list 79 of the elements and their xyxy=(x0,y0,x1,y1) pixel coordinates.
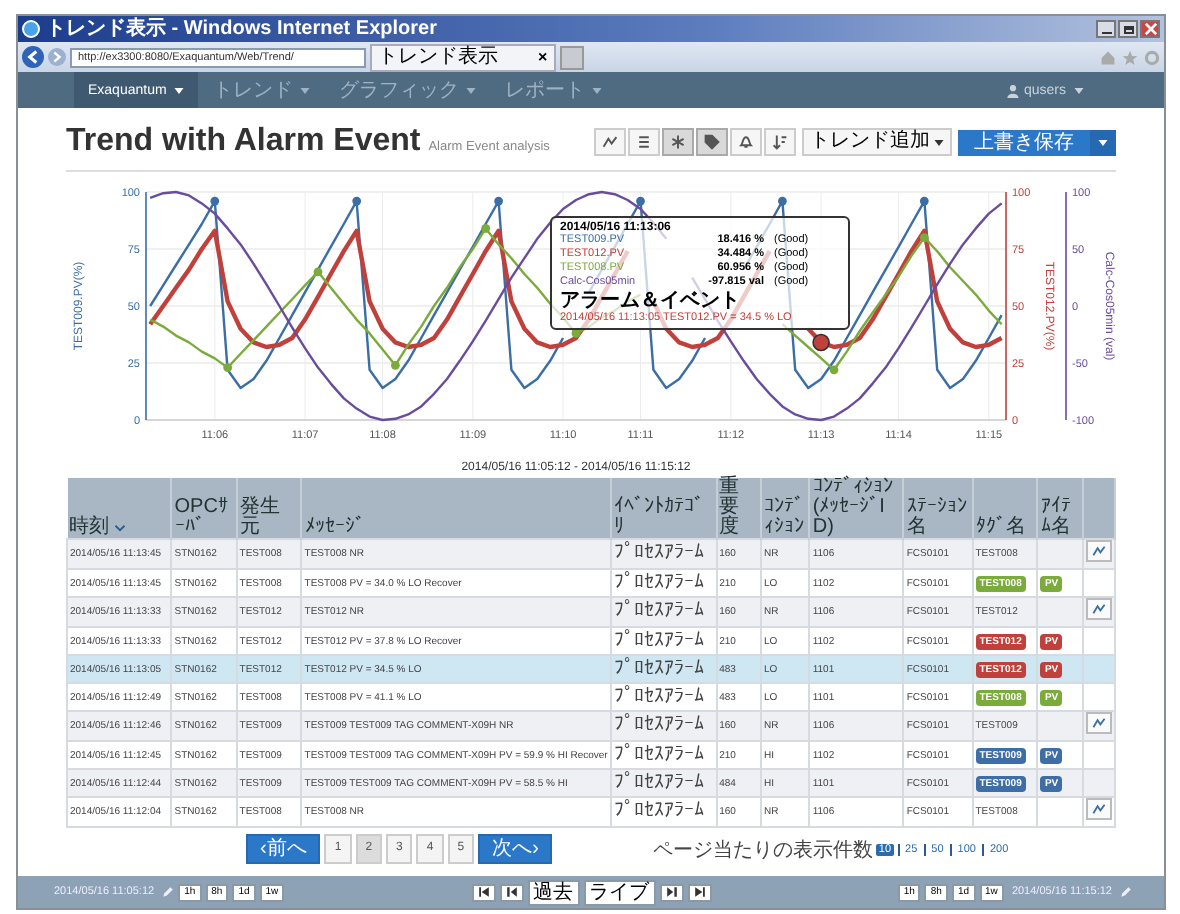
line-chart-icon xyxy=(602,134,618,150)
data-point xyxy=(223,363,233,372)
line-chart-icon xyxy=(1091,544,1106,558)
toolbar-button[interactable] xyxy=(764,128,796,156)
playback-button[interactable] xyxy=(687,883,711,901)
column-header[interactable]: 時刻 xyxy=(69,518,109,538)
table-cell: ﾌﾟﾛｾｽｱﾗｰﾑ xyxy=(610,539,717,569)
sort-icon xyxy=(772,134,788,150)
add-trend-button[interactable]: トレンド追加 xyxy=(802,128,952,156)
caret-icon xyxy=(1098,139,1108,145)
playback-button[interactable] xyxy=(659,883,683,901)
data-point xyxy=(210,196,220,206)
column-header[interactable]: ｺﾝﾃﾞｨｼｮﾝ(ﾒｯｾｰｼﾞID) xyxy=(812,478,901,538)
playback-button[interactable] xyxy=(471,883,495,901)
minimize-icon[interactable] xyxy=(1096,20,1116,38)
user-icon xyxy=(1005,83,1020,97)
data-point xyxy=(919,196,929,206)
toolbar-button[interactable] xyxy=(662,128,694,156)
tooltip-alarm-title: アラーム＆イベント xyxy=(560,290,742,312)
playback-button[interactable]: ライブ xyxy=(583,879,655,905)
line-chart-icon xyxy=(1091,802,1106,816)
data-point xyxy=(494,196,503,206)
table-cell: ﾌﾟﾛｾｽｱﾗｰﾑ xyxy=(610,797,717,827)
browser-tab[interactable]: トレンド表示 × xyxy=(370,43,556,71)
trend-chart-button[interactable] xyxy=(1085,598,1112,620)
tab-close-button[interactable]: × xyxy=(538,48,548,66)
next-page-button[interactable]: 次へ› xyxy=(478,834,553,864)
page-size-label: ページ当たりの表示件数 xyxy=(652,837,873,863)
line-chart-icon xyxy=(1091,716,1106,730)
table-cell: ﾌﾟﾛｾｽｱﾗｰﾑ xyxy=(610,655,717,683)
trend-chart-button[interactable] xyxy=(1085,798,1112,820)
table-cell: ﾌﾟﾛｾｽｱﾗｰﾑ xyxy=(610,769,717,797)
trend-chart-button[interactable] xyxy=(1085,540,1112,562)
data-point xyxy=(829,365,839,375)
alarm-event-marker xyxy=(812,333,830,352)
caret-icon xyxy=(300,87,311,93)
step-forward-icon xyxy=(665,886,677,898)
close-icon[interactable] xyxy=(1140,20,1160,38)
toolbar-button[interactable] xyxy=(696,128,728,156)
column-header[interactable]: 重要度 xyxy=(719,478,759,538)
previous-page-button[interactable]: ‹前へ xyxy=(246,834,321,864)
save-button[interactable]: 上書き保存 xyxy=(958,129,1090,155)
window-title: トレンド表示 - Windows Internet Explorer xyxy=(46,17,437,41)
back-icon[interactable] xyxy=(22,46,44,68)
caret-icon xyxy=(934,139,944,145)
asterisk-icon xyxy=(670,134,686,150)
sort-caret-icon[interactable] xyxy=(113,524,125,532)
data-point xyxy=(391,360,400,370)
data-point xyxy=(481,224,491,233)
table-cell: ﾌﾟﾛｾｽｱﾗｰﾑ xyxy=(610,597,717,627)
toolbar-button[interactable] xyxy=(730,128,762,156)
skip-last-icon xyxy=(693,886,705,898)
toolbar-button[interactable] xyxy=(628,128,660,156)
bell-icon xyxy=(738,134,754,150)
caret-icon xyxy=(174,87,185,93)
caret-icon xyxy=(1074,87,1084,93)
caret-icon xyxy=(466,87,477,93)
data-point xyxy=(636,196,645,206)
maximize-icon[interactable] xyxy=(1118,20,1138,38)
column-header[interactable]: ﾒｯｾｰｼﾞ xyxy=(304,518,365,538)
playback-button[interactable]: 過去 xyxy=(527,879,579,905)
caret-icon xyxy=(592,87,603,93)
page-title: Trend with Alarm Event xyxy=(66,124,421,160)
data-point xyxy=(352,196,362,206)
step-back-icon xyxy=(505,886,517,898)
skip-first-icon xyxy=(477,886,489,898)
line-chart-icon xyxy=(1091,602,1106,616)
tag-icon xyxy=(704,134,720,150)
list-icon xyxy=(636,134,652,150)
trend-chart-button[interactable] xyxy=(1085,712,1112,734)
table-cell: ﾌﾟﾛｾｽｱﾗｰﾑ xyxy=(610,711,717,741)
data-point xyxy=(919,233,929,242)
data-point xyxy=(313,267,323,277)
toolbar-button[interactable] xyxy=(594,128,626,156)
browser-logo-icon xyxy=(22,20,40,38)
data-point xyxy=(778,196,787,206)
save-dropdown-button[interactable] xyxy=(1090,129,1116,155)
star-icon[interactable] xyxy=(1122,49,1138,65)
playback-button[interactable] xyxy=(499,883,523,901)
